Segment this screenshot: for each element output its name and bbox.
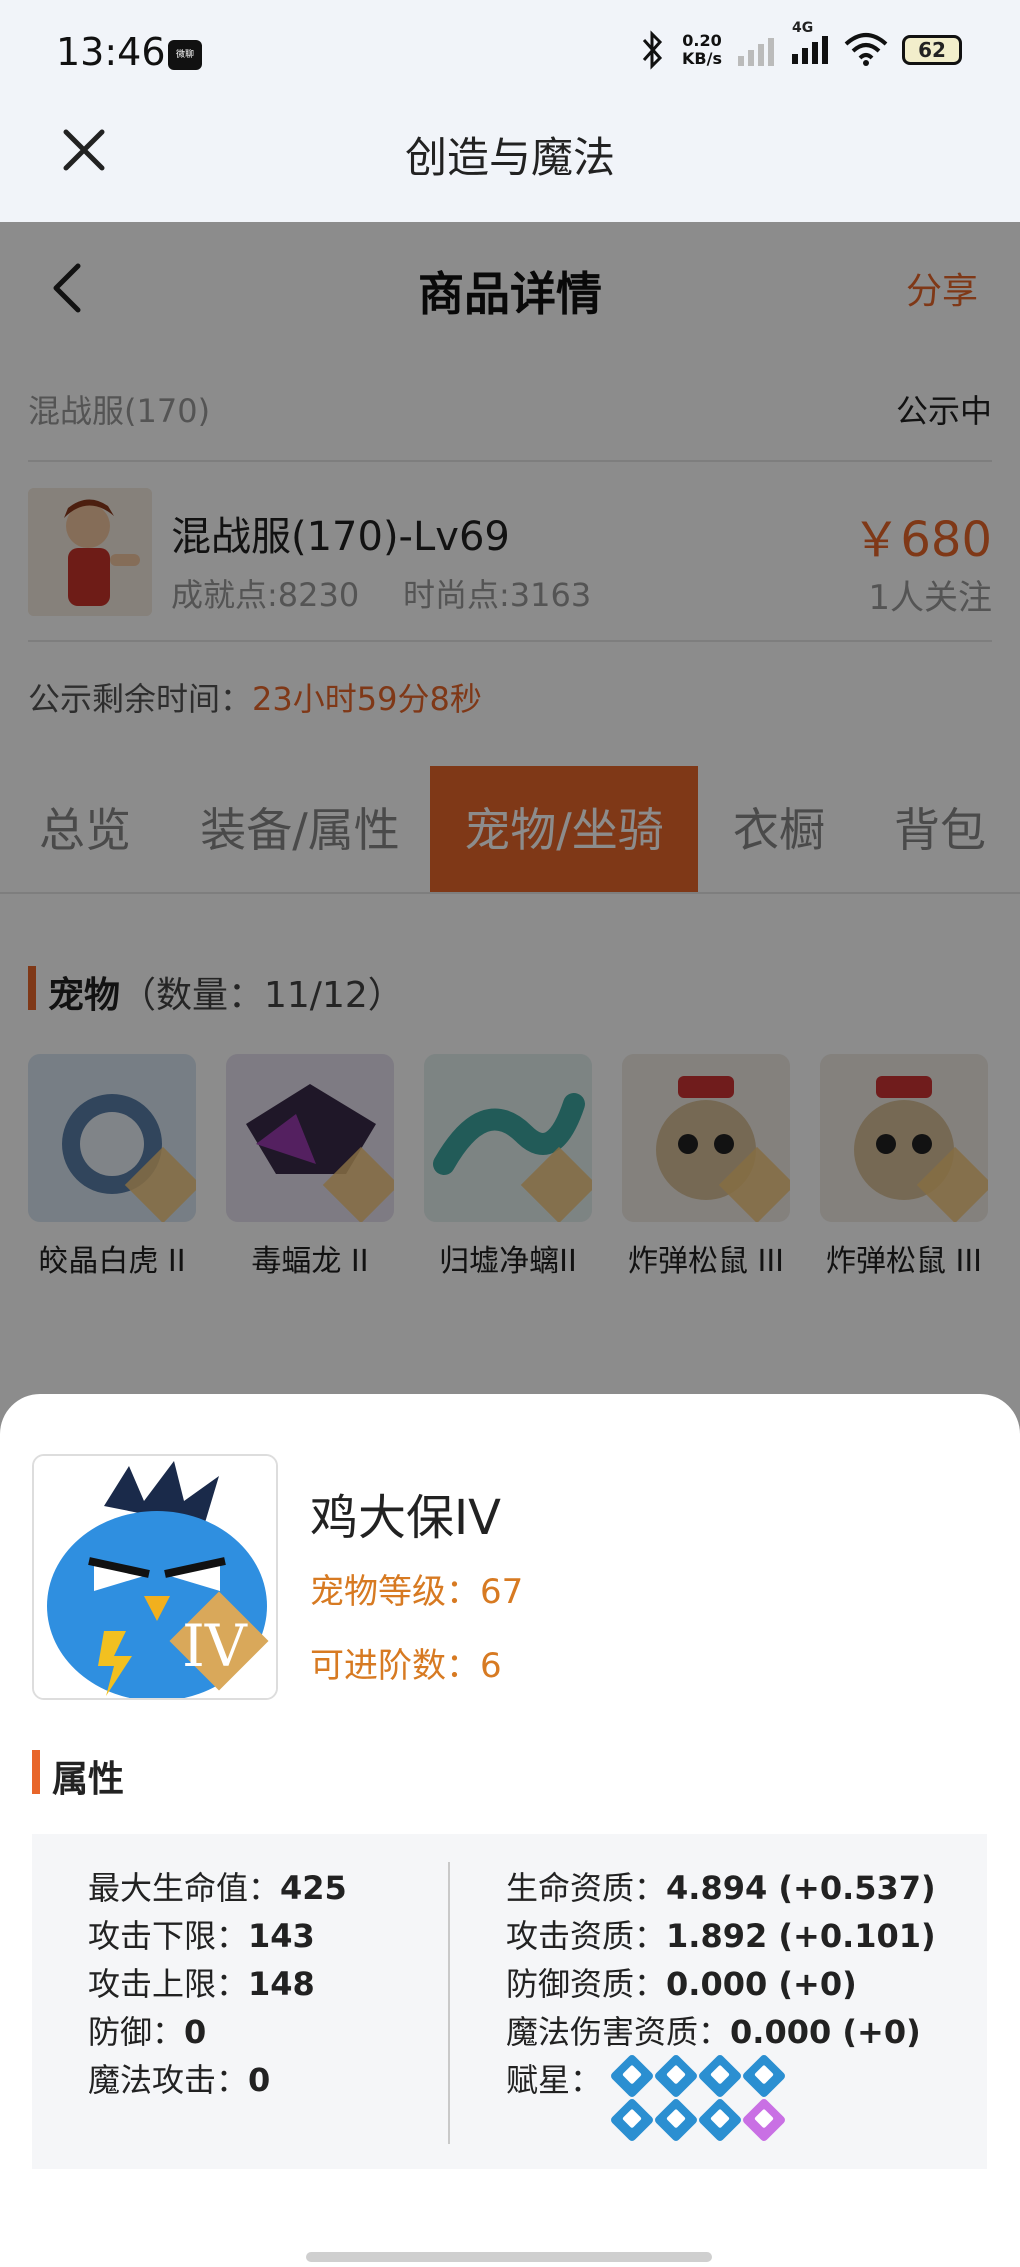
signal-4g: 4G <box>790 20 830 70</box>
notification-app-icon: 微聊 <box>168 40 202 70</box>
attr-row: 攻击下限：143 <box>88 1917 315 1955</box>
attr-row: 魔法伤害资质：0.000 (+0) <box>506 2013 921 2051</box>
base-attributes: 最大生命值：425 攻击下限：143 攻击上限：148 防御：0 魔法攻击：0 <box>88 1864 347 2104</box>
attr-row: 生命资质：4.894 (+0.537) <box>506 1869 936 1907</box>
attr-divider <box>448 1862 450 2144</box>
chicken-pet-icon: IV <box>34 1456 276 1698</box>
pet-avatar: IV <box>32 1454 278 1700</box>
bluetooth-icon <box>642 30 663 70</box>
attr-row: 魔法攻击：0 <box>88 2061 271 2099</box>
blue-star-icon <box>653 2053 699 2099</box>
pet-name-title: 鸡大保IV <box>310 1490 501 1546</box>
star-icons <box>609 2053 822 2144</box>
attr-row: 最大生命值：425 <box>88 1869 347 1907</box>
attr-row: 攻击资质：1.892 (+0.101) <box>506 1917 936 1955</box>
pet-level: 宠物等级：67 <box>310 1572 524 1612</box>
wifi-icon <box>844 33 888 66</box>
pet-advance-count: 可进阶数：6 <box>310 1646 502 1686</box>
svg-text:IV: IV <box>182 1612 248 1680</box>
attributes-title: 属性 <box>52 1759 125 1800</box>
status-icons: 0.20 KB/s 4G 62 <box>638 20 962 70</box>
status-time: 13:46 <box>56 30 166 74</box>
section-accent-bar <box>32 1750 40 1794</box>
signal-weak-icon <box>738 38 774 66</box>
webview-title: 创造与魔法 <box>404 133 615 182</box>
home-indicator[interactable] <box>306 2252 712 2262</box>
attr-row: 攻击上限：148 <box>88 1965 315 2003</box>
pet-detail-sheet: IV 鸡大保IV 宠物等级：67 可进阶数：6 属性 最大生命值：425 攻击下… <box>0 1394 1020 2267</box>
blue-star-icon <box>609 2097 655 2143</box>
purple-star-icon <box>741 2097 787 2143</box>
webview-header: 创造与魔法 <box>0 110 1020 222</box>
blue-star-icon <box>609 2053 655 2099</box>
blue-star-icon <box>741 2053 787 2099</box>
attr-row: 防御：0 <box>88 2013 207 2051</box>
attr-row: 防御资质：0.000 (+0) <box>506 1965 857 2003</box>
status-bar: 13:46 微聊 0.20 KB/s 4G 62 <box>0 0 1020 110</box>
battery-icon: 62 <box>902 35 962 65</box>
net-speed: 0.20 KB/s <box>682 31 722 68</box>
blue-star-icon <box>697 2097 743 2143</box>
blue-star-icon <box>697 2053 743 2099</box>
attributes-panel: 最大生命值：425 攻击下限：143 攻击上限：148 防御：0 魔法攻击：0 … <box>32 1834 987 2169</box>
blue-star-icon <box>653 2097 699 2143</box>
